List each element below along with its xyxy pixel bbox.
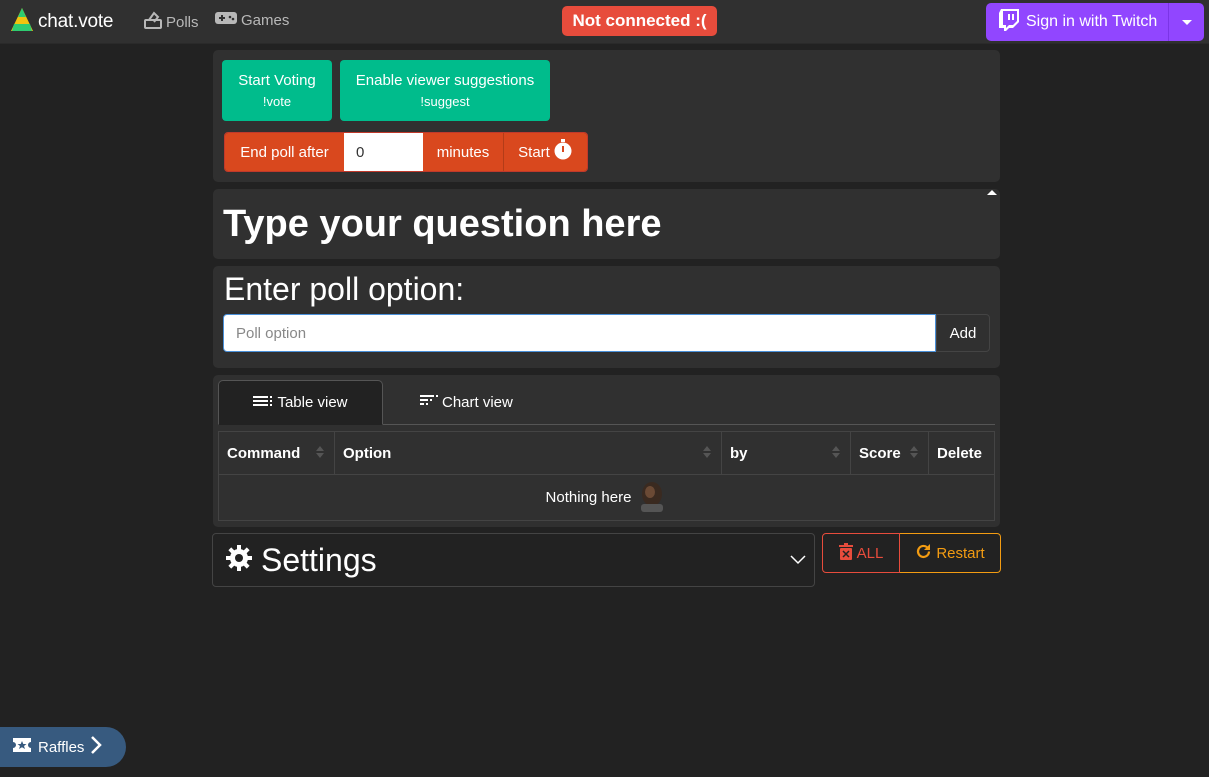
twitch-icon	[998, 8, 1020, 37]
options-table: Command Option by Score Delete Nothing h…	[218, 431, 995, 521]
add-option-button[interactable]: Add	[936, 314, 990, 352]
restart-label: Restart	[936, 544, 985, 562]
twitch-signin-group: Sign in with Twitch	[986, 3, 1204, 41]
minutes-input[interactable]	[344, 133, 423, 171]
column-header-option[interactable]: Option	[335, 432, 722, 474]
question-title[interactable]: Type your question here	[223, 203, 661, 246]
gear-icon	[225, 544, 253, 577]
stopwatch-icon	[553, 139, 573, 165]
twitch-dropdown-toggle[interactable]	[1168, 3, 1204, 41]
column-header-delete-label: Delete	[937, 444, 983, 462]
tab-chart-view[interactable]: Chart view	[420, 380, 513, 425]
logo-icon	[10, 7, 34, 38]
column-header-command-label: Command	[227, 444, 301, 462]
brand-link[interactable]: chat.vote	[10, 6, 114, 38]
sort-icon	[910, 446, 918, 458]
sort-icon	[703, 446, 711, 458]
column-header-score[interactable]: Score	[851, 432, 929, 474]
column-header-by[interactable]: by	[722, 432, 851, 474]
column-header-command[interactable]: Command	[219, 432, 335, 474]
sort-icon	[316, 446, 324, 458]
poll-timer-group: End poll after minutes Start	[224, 132, 588, 172]
connection-status-badge: Not connected :(	[562, 6, 717, 36]
column-header-delete: Delete	[929, 432, 994, 474]
reset-actions-group: ALL Restart	[822, 533, 1001, 573]
restart-button[interactable]: Restart	[900, 533, 1001, 573]
column-header-score-label: Score	[859, 444, 901, 462]
poll-option-input[interactable]	[223, 314, 936, 352]
poll-option-heading: Enter poll option:	[224, 271, 465, 307]
start-timer-button[interactable]: Start	[503, 133, 587, 171]
emote-icon	[637, 480, 667, 516]
raffles-label: Raffles	[38, 738, 85, 756]
ticket-icon	[12, 737, 32, 757]
raffles-drawer-button[interactable]: Raffles	[0, 727, 126, 767]
start-voting-button[interactable]: Start Voting !vote	[222, 60, 332, 121]
sort-icon	[832, 446, 840, 458]
tab-chart-view-label: Chart view	[442, 394, 513, 411]
twitch-signin-button[interactable]: Sign in with Twitch	[986, 3, 1168, 41]
minutes-label: minutes	[423, 133, 503, 171]
tab-table-view-label: Table view	[277, 394, 348, 411]
trash-icon	[838, 542, 853, 564]
settings-toggle[interactable]: Settings	[212, 533, 815, 587]
chevron-down-icon	[790, 552, 806, 570]
gamepad-icon	[215, 11, 237, 29]
column-header-option-label: Option	[343, 444, 392, 462]
ballot-icon	[144, 11, 162, 33]
suggestions-command: !suggest	[420, 93, 470, 109]
nav-polls-label: Polls	[166, 13, 199, 31]
nav-games[interactable]: Games	[215, 11, 289, 29]
delete-all-label: ALL	[856, 544, 884, 562]
delete-all-button[interactable]: ALL	[822, 533, 900, 573]
end-poll-label: End poll after	[225, 133, 344, 171]
collapse-up-icon[interactable]	[987, 190, 997, 195]
start-voting-command: !vote	[262, 93, 292, 109]
enable-suggestions-button[interactable]: Enable viewer suggestions !suggest	[340, 60, 550, 121]
empty-table-text: Nothing here	[545, 489, 632, 506]
brand-name: chat.vote	[38, 11, 114, 32]
start-timer-label: Start	[518, 143, 550, 161]
navbar: chat.vote Polls Games Not connected :( S…	[0, 0, 1209, 44]
twitch-signin-label: Sign in with Twitch	[1026, 13, 1158, 30]
nav-games-label: Games	[241, 11, 290, 29]
list-icon	[253, 394, 273, 411]
table-empty-row: Nothing here	[219, 474, 994, 520]
suggestions-label: Enable viewer suggestions	[355, 71, 535, 89]
tab-table-view[interactable]: Table view	[218, 380, 383, 425]
column-header-by-label: by	[730, 444, 748, 462]
caret-down-icon	[1181, 19, 1192, 25]
nav-polls[interactable]: Polls	[144, 11, 199, 33]
chevron-right-icon	[90, 736, 103, 758]
settings-label: Settings	[261, 541, 377, 578]
bar-chart-icon	[420, 394, 438, 412]
start-voting-label: Start Voting	[238, 71, 316, 89]
restart-icon	[915, 543, 932, 564]
